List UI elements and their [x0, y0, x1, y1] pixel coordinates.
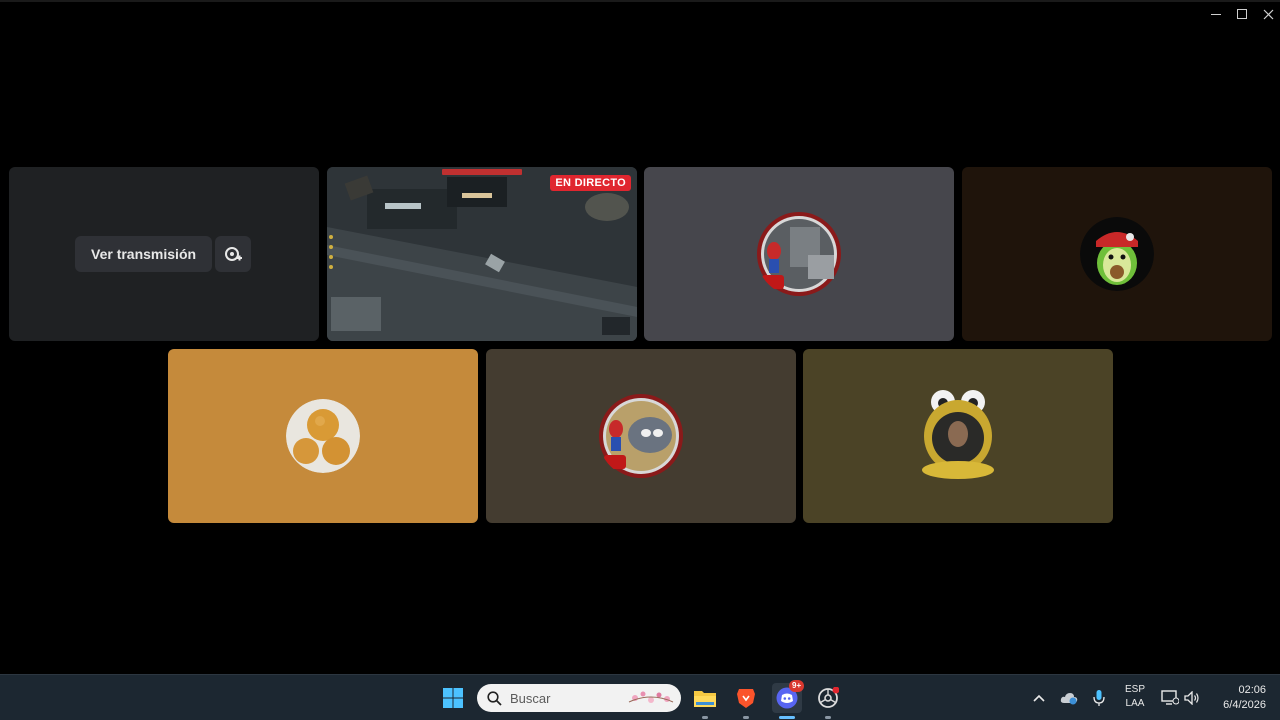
- start-button[interactable]: [438, 683, 468, 713]
- brave-lion-icon: [737, 689, 755, 708]
- active-indicator: [779, 716, 795, 719]
- notification-badge: 9+: [789, 680, 805, 692]
- tray-network[interactable]: [1158, 683, 1182, 713]
- stream-tile-preview[interactable]: Ver transmisión: [9, 167, 319, 341]
- tray-overflow-button[interactable]: [1026, 683, 1052, 713]
- avocado-cap-avatar: [1080, 217, 1154, 291]
- language-indicator[interactable]: ESP LAA: [1120, 684, 1150, 709]
- participant-tile[interactable]: [486, 349, 796, 523]
- title-bar: [0, 0, 1280, 24]
- chromium-app-icon: [818, 687, 839, 708]
- participant-tile[interactable]: [644, 167, 954, 341]
- microphone-icon: [1093, 690, 1105, 706]
- folder-icon: [694, 691, 716, 707]
- bread-rolls-avatar: [286, 399, 360, 473]
- tray-volume[interactable]: [1180, 683, 1204, 713]
- taskbar-discord[interactable]: 9+: [772, 680, 805, 719]
- clock[interactable]: 02:06 6/4/2026: [1210, 684, 1266, 711]
- search-placeholder: Buscar: [510, 691, 551, 706]
- running-indicator: [825, 716, 831, 719]
- language-code: ESP: [1124, 684, 1145, 695]
- close-icon: [1263, 9, 1273, 19]
- frog-hood-avatar: [915, 388, 1001, 484]
- game-stream-video: [327, 167, 637, 341]
- popout-stream-button[interactable]: [215, 236, 251, 272]
- taskbar-search-input[interactable]: Buscar: [477, 684, 681, 712]
- network-monitor-icon: [1161, 690, 1179, 705]
- popout-stream-icon: [225, 247, 242, 261]
- participant-tile[interactable]: [803, 349, 1113, 523]
- participant-tile[interactable]: [168, 349, 478, 523]
- cloud-icon: [1060, 693, 1078, 705]
- participant-tile[interactable]: [962, 167, 1272, 341]
- spiderman-figure-avatar: [756, 211, 842, 297]
- speaker-icon: [1184, 691, 1199, 705]
- minimize-button[interactable]: [1204, 5, 1228, 23]
- discord-call-window: Ver transmisión EN DIRECTO Buscar 9+ ESP…: [0, 0, 1280, 720]
- maximize-button[interactable]: [1230, 5, 1254, 23]
- live-stream-tile[interactable]: EN DIRECTO: [327, 167, 637, 341]
- cherry-blossom-icon: [628, 691, 674, 703]
- maximize-icon: [1237, 9, 1247, 19]
- search-icon: [487, 691, 502, 706]
- taskbar-file-explorer[interactable]: [690, 683, 720, 719]
- close-button[interactable]: [1256, 5, 1280, 23]
- minimize-icon: [1211, 13, 1221, 15]
- clock-time: 02:06: [1238, 684, 1266, 696]
- keyboard-layout: LAA: [1125, 698, 1145, 709]
- watch-stream-button[interactable]: Ver transmisión: [75, 236, 213, 272]
- windows-taskbar: Buscar 9+ ESP LAA 02:06 6/4/2026: [0, 674, 1280, 720]
- clock-date: 6/4/2026: [1223, 699, 1266, 711]
- tray-onedrive[interactable]: [1056, 683, 1082, 713]
- running-indicator: [702, 716, 708, 719]
- running-indicator: [743, 716, 749, 719]
- chevron-up-icon: [1033, 694, 1045, 702]
- taskbar-app[interactable]: [813, 683, 843, 719]
- tom-and-spiderman-avatar: [598, 393, 684, 479]
- live-badge: EN DIRECTO: [550, 175, 631, 191]
- taskbar-brave[interactable]: [731, 683, 761, 719]
- tray-microphone[interactable]: [1086, 683, 1112, 713]
- windows-logo-icon: [443, 688, 463, 708]
